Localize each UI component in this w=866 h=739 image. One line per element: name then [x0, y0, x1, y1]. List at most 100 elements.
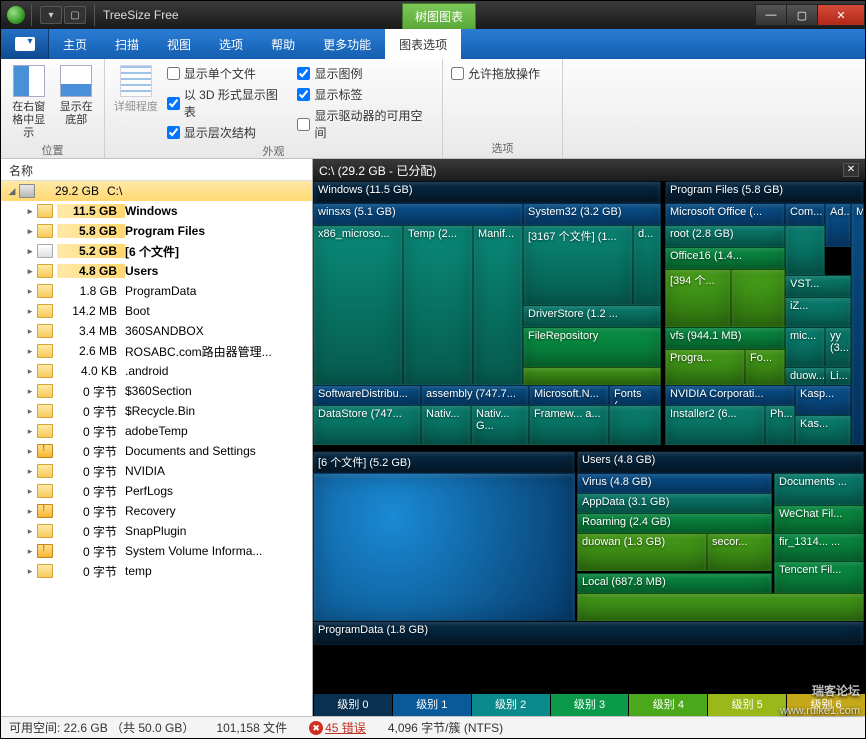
legend-level-5[interactable]: 级别 5 [707, 694, 786, 716]
block[interactable] [523, 367, 661, 385]
block-winsxs[interactable]: winsxs (5.1 GB) [313, 203, 523, 225]
tree-row[interactable]: ▸5.2 GB[6 个文件] [1, 241, 312, 261]
check-legend[interactable]: 显示图例 [297, 65, 434, 82]
check-hierarchy[interactable]: 显示层次结构 [167, 124, 290, 141]
tree-row[interactable]: ▸0 字节PerfLogs [1, 481, 312, 501]
block-system32[interactable]: System32 (3.2 GB) [523, 203, 661, 225]
check-labels[interactable]: 显示标签 [297, 86, 434, 103]
expand-icon[interactable]: ▸ [23, 226, 37, 237]
block-msoffice[interactable]: Microsoft Office (... [665, 203, 785, 225]
block-virus[interactable]: Virus (4.8 GB) [577, 473, 772, 493]
show-right-button[interactable]: 在右窗格中显示 [9, 63, 49, 140]
expand-icon[interactable]: ▸ [23, 246, 37, 257]
expand-icon[interactable]: ▸ [23, 426, 37, 437]
expand-icon[interactable]: ▸ [23, 446, 37, 457]
block-duow[interactable]: duow... [785, 367, 825, 385]
minimize-button[interactable]: — [755, 4, 787, 26]
block-nvidia[interactable]: NVIDIA Corporati... [665, 385, 795, 405]
block-nativ2[interactable]: Nativ... G... [471, 405, 529, 445]
block-programdata[interactable]: ProgramData (1.8 GB) [313, 621, 864, 645]
show-bottom-button[interactable]: 显示在底部 [57, 63, 97, 127]
block-mic[interactable]: mic... [785, 327, 825, 367]
block-installer2[interactable]: Installer2 (6... [665, 405, 765, 445]
block-programfiles[interactable]: Program Files (5.8 GB) [665, 181, 864, 203]
tree-row[interactable]: ▸14.2 MBBoot [1, 301, 312, 321]
expand-icon[interactable]: ▸ [23, 306, 37, 317]
block-filerepo[interactable]: FileRepository [523, 327, 661, 367]
tree-row[interactable]: ▸0 字节$Recycle.Bin [1, 401, 312, 421]
block[interactable] [785, 225, 825, 275]
block-datastore[interactable]: DataStore (747... [313, 405, 421, 445]
block[interactable] [577, 593, 864, 621]
block-duowan[interactable]: duowan (1.3 GB) [577, 533, 707, 571]
expand-icon[interactable]: ▸ [23, 366, 37, 377]
expand-icon[interactable]: ▸ [23, 486, 37, 497]
block-progra[interactable]: Progra... [665, 349, 745, 385]
block-ph[interactable]: Ph... [765, 405, 795, 445]
block-local[interactable]: Local (687.8 MB) [577, 573, 772, 593]
block-msnet[interactable]: Microsoft.N... [529, 385, 609, 405]
block-root[interactable]: root (2.8 GB) [665, 225, 785, 247]
block-roaming[interactable]: Roaming (2.4 GB) [577, 513, 772, 533]
block-secor[interactable]: secor... [707, 533, 772, 571]
block-sixfiles-body[interactable] [313, 473, 575, 621]
tab-view[interactable]: 视图 [153, 29, 205, 59]
tree-row[interactable]: ▸0 字节SnapPlugin [1, 521, 312, 541]
block-fo[interactable]: Fo... [745, 349, 785, 385]
block-sixfiles[interactable]: [6 个文件] (5.2 GB) [313, 451, 575, 473]
qat-dropdown[interactable]: ▾ [40, 6, 62, 24]
tree-row[interactable]: ▸0 字节Recovery [1, 501, 312, 521]
block-nativ1[interactable]: Nativ... [421, 405, 471, 445]
tab-more[interactable]: 更多功能 [309, 29, 385, 59]
tab-home[interactable]: 主页 [49, 29, 101, 59]
block-tencent[interactable]: Tencent Fil... [774, 561, 864, 593]
tree-row[interactable]: ▸4.8 GBUsers [1, 261, 312, 281]
block-yy[interactable]: yy (3... [825, 327, 851, 367]
context-tab[interactable]: 树图图表 [402, 3, 476, 29]
tree-body[interactable]: ◢29.2 GBC:\▸11.5 GBWindows▸5.8 GBProgram… [1, 181, 312, 716]
tree-row[interactable]: ▸2.6 MBROSABC.com路由器管理... [1, 341, 312, 361]
tree-row[interactable]: ▸0 字节temp [1, 561, 312, 581]
legend-level-2[interactable]: 级别 2 [471, 694, 550, 716]
tree-header[interactable]: 名称 [1, 159, 312, 181]
legend-level-1[interactable]: 级别 1 [392, 694, 471, 716]
block-kasp[interactable]: Kasp... [795, 385, 851, 415]
block[interactable] [731, 269, 785, 327]
expand-icon[interactable]: ▸ [23, 266, 37, 277]
tree-row[interactable]: ▸0 字节NVIDIA [1, 461, 312, 481]
block-ad[interactable]: Ad... [825, 203, 851, 247]
check-drive-free[interactable]: 显示驱动器的可用空间 [297, 107, 434, 141]
tree-row[interactable]: ▸5.8 GBProgram Files [1, 221, 312, 241]
qat-button[interactable]: ▢ [64, 6, 86, 24]
block-li[interactable]: Li... [825, 367, 851, 385]
block-x86[interactable]: x86_microso... [313, 225, 403, 385]
tab-help[interactable]: 帮助 [257, 29, 309, 59]
block-framew[interactable]: Framew... a... [529, 405, 609, 445]
treemap-body[interactable]: Windows (11.5 GB) winsxs (5.1 GB) x86_mi… [313, 181, 865, 694]
block-kas[interactable]: Kas... [795, 415, 851, 445]
expand-icon[interactable]: ▸ [23, 406, 37, 417]
expand-icon[interactable]: ▸ [23, 286, 37, 297]
block-assembly[interactable]: assembly (747.7... [421, 385, 529, 405]
block-com[interactable]: Com... [785, 203, 825, 225]
expand-icon[interactable]: ▸ [23, 546, 37, 557]
expand-icon[interactable]: ▸ [23, 466, 37, 477]
tree-row[interactable]: ▸0 字节System Volume Informa... [1, 541, 312, 561]
tree-row[interactable]: ▸11.5 GBWindows [1, 201, 312, 221]
block-wechat[interactable]: WeChat Fil... [774, 505, 864, 533]
check-3d[interactable]: 以 3D 形式显示图表 [167, 86, 290, 120]
tree-row[interactable]: ▸0 字节$360Section [1, 381, 312, 401]
block-users[interactable]: Users (4.8 GB) [577, 451, 864, 473]
block-d[interactable]: d... [633, 225, 661, 305]
legend-level-4[interactable]: 级别 4 [628, 694, 707, 716]
tab-options[interactable]: 选项 [205, 29, 257, 59]
block-394files[interactable]: [394 个... [665, 269, 731, 327]
status-errors-link[interactable]: 45 错误 [309, 719, 366, 736]
block-fir[interactable]: fir_1314... ... [774, 533, 864, 561]
tree-row[interactable]: ▸3.4 MB360SANDBOX [1, 321, 312, 341]
block-vst[interactable]: VST... [785, 275, 851, 297]
block-vfs[interactable]: vfs (944.1 MB) [665, 327, 785, 349]
tree-row-root[interactable]: ◢29.2 GBC:\ [1, 181, 312, 201]
expand-icon[interactable]: ◢ [5, 186, 19, 197]
block-manif[interactable]: Manif... [473, 225, 523, 385]
